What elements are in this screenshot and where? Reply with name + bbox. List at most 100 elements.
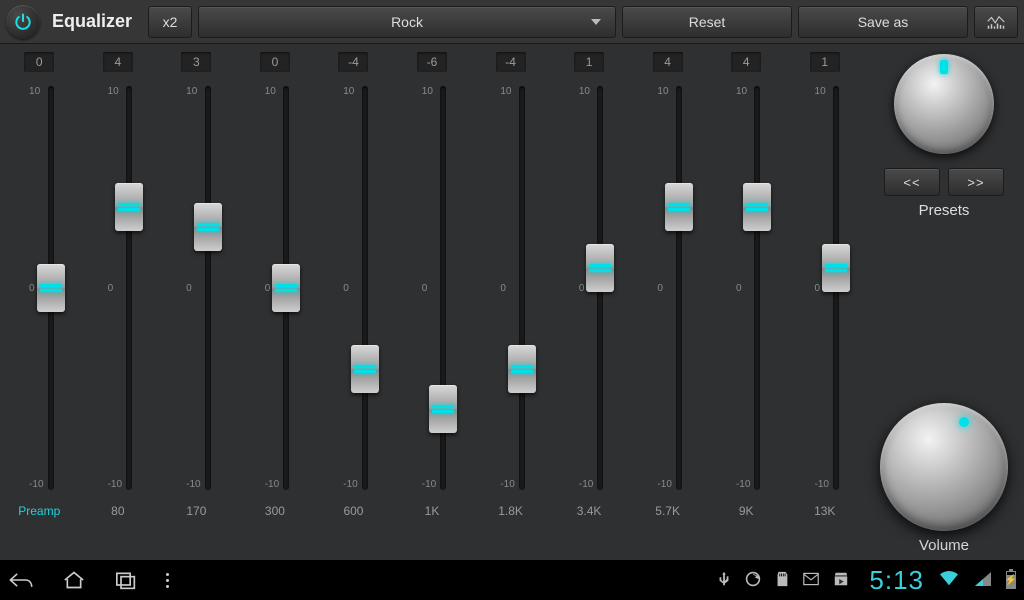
band-value: -6 bbox=[417, 52, 447, 72]
battery-icon: ⚡ bbox=[1006, 571, 1016, 589]
eq-band: 3 100-10 170 bbox=[157, 52, 236, 554]
slider-thumb[interactable] bbox=[194, 203, 222, 251]
home-icon bbox=[62, 570, 86, 590]
slider-wrap: 100-10 bbox=[339, 78, 367, 498]
eq-view-button[interactable] bbox=[974, 6, 1018, 38]
slider-wrap: 100-10 bbox=[575, 78, 603, 498]
slider-thumb[interactable] bbox=[665, 183, 693, 231]
eq-band: -4 100-10 600 bbox=[314, 52, 393, 554]
signal-icon bbox=[974, 571, 992, 590]
frequency-label: 3.4K bbox=[577, 504, 602, 518]
slider-track[interactable] bbox=[754, 86, 760, 490]
preset-prev-button[interactable]: << bbox=[884, 168, 940, 196]
slider-wrap: 100-10 bbox=[653, 78, 681, 498]
slider-thumb[interactable] bbox=[508, 345, 536, 393]
preset-selected-label: Rock bbox=[391, 14, 423, 30]
band-value: 3 bbox=[181, 52, 211, 72]
wifi-icon bbox=[938, 569, 960, 592]
power-icon bbox=[13, 12, 33, 32]
back-icon bbox=[8, 570, 34, 590]
volume-knob[interactable] bbox=[880, 403, 1008, 531]
frequency-label: 5.7K bbox=[655, 504, 680, 518]
sync-icon bbox=[745, 571, 761, 590]
recent-apps-button[interactable] bbox=[114, 570, 138, 590]
slider-wrap: 100-10 bbox=[811, 78, 839, 498]
slider-thumb[interactable] bbox=[272, 264, 300, 312]
tick-labels: 100-10 bbox=[182, 78, 204, 498]
system-navbar: 5:13 ⚡ bbox=[0, 560, 1024, 600]
frequency-label: 600 bbox=[343, 504, 363, 518]
sd-card-icon bbox=[775, 571, 789, 590]
slider-track[interactable] bbox=[48, 86, 54, 490]
page-title: Equalizer bbox=[52, 11, 132, 32]
preset-knob[interactable] bbox=[894, 54, 994, 154]
slider-thumb[interactable] bbox=[351, 345, 379, 393]
band-value: 1 bbox=[574, 52, 604, 72]
slider-thumb[interactable] bbox=[586, 244, 614, 292]
eq-band: -6100-101K bbox=[393, 52, 472, 554]
slider-track[interactable] bbox=[126, 86, 132, 490]
slider-thumb[interactable] bbox=[37, 264, 65, 312]
slider-thumb[interactable] bbox=[822, 244, 850, 292]
frequency-label: 80 bbox=[111, 504, 124, 518]
eq-band: 4 100-10 5.7K bbox=[628, 52, 707, 554]
tick-labels: 100-10 bbox=[653, 78, 675, 498]
band-value: -4 bbox=[338, 52, 368, 72]
main: 0100-10Preamp4100-10803100-101700100-103… bbox=[0, 44, 1024, 560]
band-value: 0 bbox=[24, 52, 54, 72]
frequency-label: 9K bbox=[739, 504, 754, 518]
recent-icon bbox=[114, 570, 138, 590]
band-value: 4 bbox=[653, 52, 683, 72]
toolbar: Equalizer x2 Rock Reset Save as bbox=[0, 0, 1024, 44]
preset-nav: << >> bbox=[884, 168, 1004, 196]
multiplier-button[interactable]: x2 bbox=[148, 6, 192, 38]
slider-track[interactable] bbox=[362, 86, 368, 490]
right-panel: << >> Presets Volume bbox=[864, 44, 1024, 560]
slider-track[interactable] bbox=[440, 86, 446, 490]
eq-band: -4100-101.8K bbox=[471, 52, 550, 554]
eq-band: 4 100-10 80 bbox=[79, 52, 158, 554]
frequency-label: 1K bbox=[425, 504, 440, 518]
power-button[interactable] bbox=[6, 5, 40, 39]
slider-track[interactable] bbox=[205, 86, 211, 490]
preset-next-button[interactable]: >> bbox=[948, 168, 1004, 196]
menu-button[interactable] bbox=[166, 573, 169, 588]
slider-wrap: 100-10 bbox=[732, 78, 760, 498]
slider-track[interactable] bbox=[519, 86, 525, 490]
knob-indicator bbox=[940, 60, 948, 74]
slider-thumb[interactable] bbox=[429, 385, 457, 433]
preamp-label: Preamp bbox=[18, 504, 60, 518]
eq-band: 4 100-10 9K bbox=[707, 52, 786, 554]
menu-dots-icon bbox=[166, 573, 169, 588]
frequency-label: 13K bbox=[814, 504, 835, 518]
clock: 5:13 bbox=[869, 565, 924, 596]
slider-wrap: 100-10 bbox=[496, 78, 524, 498]
frequency-label: 300 bbox=[265, 504, 285, 518]
chevron-down-icon bbox=[591, 19, 601, 25]
home-button[interactable] bbox=[62, 570, 86, 590]
eq-band: 0100-10300 bbox=[236, 52, 315, 554]
slider-wrap: 100-10 bbox=[25, 78, 53, 498]
preset-select[interactable]: Rock bbox=[198, 6, 616, 38]
slider-track[interactable] bbox=[833, 86, 839, 490]
eq-band: 1 100-10 3.4K bbox=[550, 52, 629, 554]
tick-labels: 100-10 bbox=[104, 78, 126, 498]
slider-thumb[interactable] bbox=[743, 183, 771, 231]
slider-thumb[interactable] bbox=[115, 183, 143, 231]
band-value: 4 bbox=[103, 52, 133, 72]
slider-wrap: 100-10 bbox=[182, 78, 210, 498]
back-button[interactable] bbox=[8, 570, 34, 590]
save-as-button[interactable]: Save as bbox=[798, 6, 968, 38]
slider-track[interactable] bbox=[676, 86, 682, 490]
reset-button[interactable]: Reset bbox=[622, 6, 792, 38]
slider-track[interactable] bbox=[597, 86, 603, 490]
frequency-label: 1.8K bbox=[498, 504, 523, 518]
band-value: 4 bbox=[731, 52, 761, 72]
frequency-label: 170 bbox=[186, 504, 206, 518]
slider-wrap: 100-10 bbox=[261, 78, 289, 498]
tick-labels: 100-10 bbox=[496, 78, 518, 498]
eq-view-icon bbox=[987, 13, 1005, 31]
slider-track[interactable] bbox=[283, 86, 289, 490]
volume-label: Volume bbox=[919, 537, 969, 554]
knob-indicator bbox=[959, 417, 969, 427]
